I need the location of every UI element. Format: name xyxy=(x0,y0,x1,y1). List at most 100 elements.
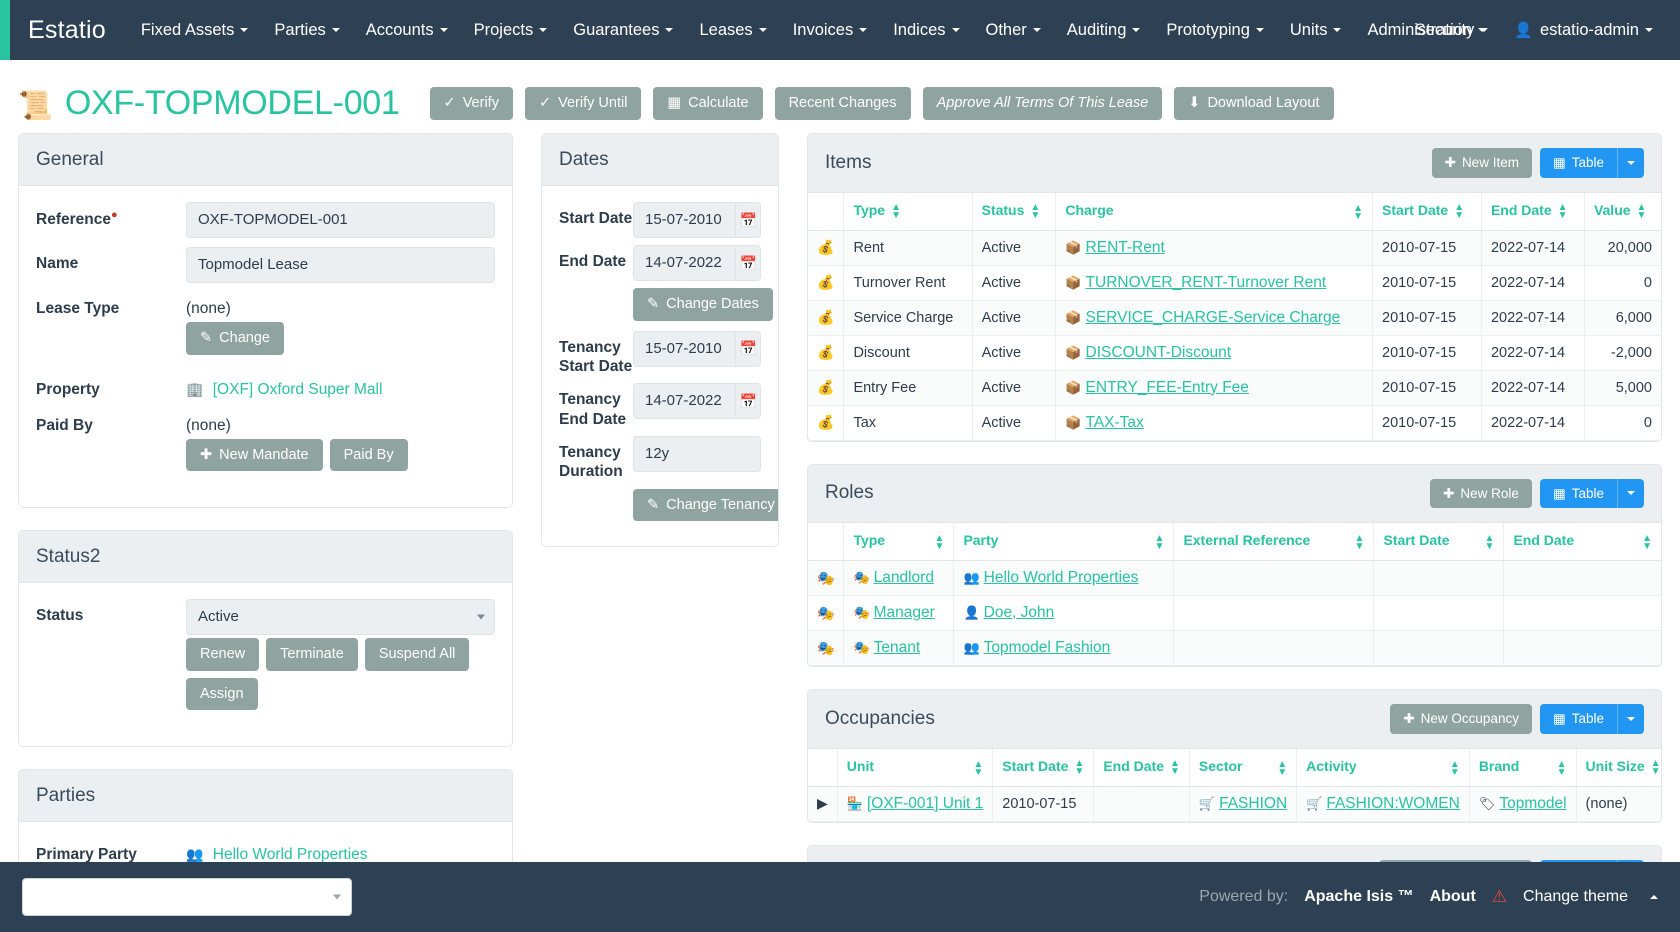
item-charge-link[interactable]: TAX-Tax xyxy=(1086,414,1144,431)
occupancies-col-sector[interactable]: Sector▲▼ xyxy=(1189,749,1296,787)
status-select[interactable] xyxy=(186,599,495,635)
occupancies-col-brand[interactable]: Brand▲▼ xyxy=(1469,749,1576,787)
role-party-link[interactable]: Doe, John xyxy=(984,604,1055,621)
roles-table-view-button[interactable]: ▦ Table xyxy=(1540,479,1617,509)
nav-item-leases[interactable]: Leases xyxy=(686,0,779,60)
table-row[interactable]: 💰 Rent Active 📦RENT-Rent 2010-07-15 2022… xyxy=(808,230,1661,265)
start-date-input[interactable] xyxy=(633,202,736,238)
nav-item-guarantees[interactable]: Guarantees xyxy=(560,0,686,60)
table-row[interactable]: 🎭 🎭Tenant 👥Topmodel Fashion xyxy=(808,631,1661,666)
table-row[interactable]: 💰 Turnover Rent Active 📦TURNOVER_RENT-Tu… xyxy=(808,265,1661,300)
table-row[interactable]: ▶ 🏪[OXF-001] Unit 1 2010-07-15 🛒FASHION … xyxy=(808,786,1662,821)
role-type-link[interactable]: Landlord xyxy=(874,569,934,586)
item-charge-link[interactable]: DISCOUNT-Discount xyxy=(1086,344,1232,361)
role-party-link[interactable]: Topmodel Fashion xyxy=(984,639,1111,656)
nav-item-projects[interactable]: Projects xyxy=(461,0,561,60)
nav-item-invoices[interactable]: Invoices xyxy=(780,0,881,60)
occupancy-brand-link[interactable]: Topmodel xyxy=(1499,795,1566,812)
apache-isis-link[interactable]: Apache Isis ™ xyxy=(1304,888,1413,906)
calendar-icon[interactable]: 📅 xyxy=(736,202,761,238)
table-row[interactable]: 💰 Discount Active 📦DISCOUNT-Discount 201… xyxy=(808,335,1661,370)
new-occupancy-button[interactable]: ✚ New Occupancy xyxy=(1390,704,1532,734)
items-col-start-date[interactable]: Start Date▲▼ xyxy=(1373,193,1482,231)
suspend-all-button[interactable]: Suspend All xyxy=(365,638,470,671)
nav-item-other[interactable]: Other xyxy=(973,0,1054,60)
roles-col-external-reference[interactable]: External Reference▲▼ xyxy=(1174,523,1374,561)
nav-item-fixed-assets[interactable]: Fixed Assets xyxy=(128,0,262,60)
approve-all-terms-button[interactable]: Approve All Terms Of This Lease xyxy=(923,87,1163,120)
nav-item-auditing[interactable]: Auditing xyxy=(1054,0,1154,60)
role-party-link[interactable]: Hello World Properties xyxy=(984,569,1139,586)
app-brand[interactable]: Estatio xyxy=(10,16,128,45)
occupancy-sector-link[interactable]: FASHION xyxy=(1219,795,1287,812)
nav-item-accounts[interactable]: Accounts xyxy=(353,0,461,60)
occupancies-table-view-button[interactable]: ▦ Table xyxy=(1540,704,1617,734)
nav-item-security[interactable]: Security xyxy=(1402,0,1502,60)
about-link[interactable]: About xyxy=(1430,888,1476,906)
table-row[interactable]: 💰 Tax Active 📦TAX-Tax 2010-07-15 2022-07… xyxy=(808,405,1661,440)
change-lease-type-button[interactable]: ✎ Change xyxy=(186,322,284,355)
primary-party-link[interactable]: Hello World Properties xyxy=(213,846,368,863)
occupancy-unit-link[interactable]: [OXF-001] Unit 1 xyxy=(867,795,983,812)
verify-button[interactable]: ✓ Verify xyxy=(430,87,513,120)
roles-col-type[interactable]: Type▲▼ xyxy=(844,523,954,561)
property-link[interactable]: [OXF] Oxford Super Mall xyxy=(213,381,383,398)
table-row[interactable]: 💰 Service Charge Active 📦SERVICE_CHARGE-… xyxy=(808,300,1661,335)
change-tenancy-dates-button[interactable]: ✎ Change Tenancy Dates xyxy=(633,489,779,522)
end-date-input[interactable] xyxy=(633,245,736,281)
download-layout-button[interactable]: ⬇ Download Layout xyxy=(1174,87,1333,120)
table-row[interactable]: 💰 Entry Fee Active 📦ENTRY_FEE-Entry Fee … xyxy=(808,370,1661,405)
table-row[interactable]: 🎭 🎭Landlord 👥Hello World Properties xyxy=(808,561,1661,596)
roles-col-party[interactable]: Party▲▼ xyxy=(954,523,1174,561)
roles-col-end-date[interactable]: End Date▲▼ xyxy=(1504,523,1661,561)
item-charge-link[interactable]: SERVICE_CHARGE-Service Charge xyxy=(1086,309,1341,326)
items-col-value[interactable]: Value▲▼ xyxy=(1584,193,1661,231)
nav-item-units[interactable]: Units xyxy=(1277,0,1355,60)
roles-col-start-date[interactable]: Start Date▲▼ xyxy=(1374,523,1504,561)
nav-item-parties[interactable]: Parties xyxy=(261,0,352,60)
item-charge-link[interactable]: RENT-Rent xyxy=(1086,239,1165,256)
expand-row-icon[interactable]: ▶ xyxy=(808,786,837,821)
new-mandate-button[interactable]: ✚ New Mandate xyxy=(186,439,323,472)
name-input[interactable] xyxy=(186,247,495,283)
paid-by-button[interactable]: Paid By xyxy=(330,439,408,472)
table-row[interactable]: 🎭 🎭Manager 👤Doe, John xyxy=(808,596,1661,631)
verify-until-button[interactable]: ✓ Verify Until xyxy=(525,87,641,120)
new-item-button[interactable]: ✚ New Item xyxy=(1432,148,1532,178)
calculate-button[interactable]: ▦ Calculate xyxy=(653,87,762,120)
change-theme-link[interactable]: Change theme xyxy=(1523,888,1628,906)
role-type-link[interactable]: Tenant xyxy=(874,639,921,656)
tenancy-duration-input[interactable] xyxy=(633,436,761,472)
nav-item-user-menu[interactable]: 👤 estatio-admin xyxy=(1501,0,1666,60)
tenancy-start-input[interactable] xyxy=(633,331,736,367)
occupancies-col-unit-size[interactable]: Unit Size▲▼ xyxy=(1576,749,1662,787)
occupancies-col-start-date[interactable]: Start Date▲▼ xyxy=(993,749,1094,787)
nav-item-indices[interactable]: Indices xyxy=(880,0,972,60)
recent-changes-button[interactable]: Recent Changes xyxy=(775,87,911,120)
assign-button[interactable]: Assign xyxy=(186,678,258,711)
calendar-icon[interactable]: 📅 xyxy=(736,383,761,419)
occupancy-activity-link[interactable]: FASHION:WOMEN xyxy=(1326,795,1459,812)
new-role-button[interactable]: ✚ New Role xyxy=(1430,479,1532,509)
role-type-link[interactable]: Manager xyxy=(874,604,935,621)
items-col-charge[interactable]: Charge▲▼ xyxy=(1056,193,1373,231)
occupancies-col-activity[interactable]: Activity▲▼ xyxy=(1297,749,1470,787)
occupancies-view-dropdown-button[interactable] xyxy=(1617,704,1644,734)
nav-item-prototyping[interactable]: Prototyping xyxy=(1153,0,1276,60)
item-charge-link[interactable]: TURNOVER_RENT-Turnover Rent xyxy=(1086,274,1327,291)
calendar-icon[interactable]: 📅 xyxy=(736,331,761,367)
tenancy-end-input[interactable] xyxy=(633,383,736,419)
roles-view-dropdown-button[interactable] xyxy=(1617,479,1644,509)
renew-button[interactable]: Renew xyxy=(186,638,259,671)
change-dates-button[interactable]: ✎ Change Dates xyxy=(633,288,773,321)
items-col-end-date[interactable]: End Date▲▼ xyxy=(1481,193,1584,231)
calendar-icon[interactable]: 📅 xyxy=(736,245,761,281)
items-col-status[interactable]: Status▲▼ xyxy=(972,193,1056,231)
terminate-button[interactable]: Terminate xyxy=(266,638,358,671)
occupancies-col-unit[interactable]: Unit▲▼ xyxy=(837,749,992,787)
items-view-dropdown-button[interactable] xyxy=(1617,148,1644,178)
occupancies-col-end-date[interactable]: End Date▲▼ xyxy=(1094,749,1190,787)
footer-select[interactable] xyxy=(22,878,352,916)
reference-input[interactable] xyxy=(186,202,495,238)
item-charge-link[interactable]: ENTRY_FEE-Entry Fee xyxy=(1086,379,1249,396)
